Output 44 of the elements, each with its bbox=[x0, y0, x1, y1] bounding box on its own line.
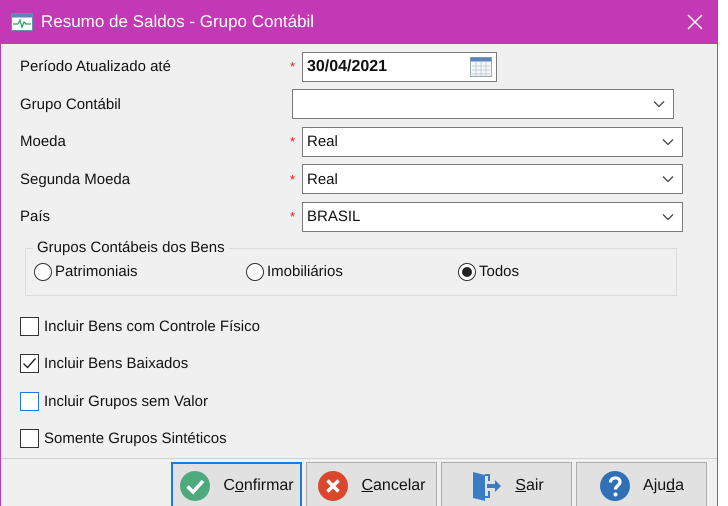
chevron-down-icon bbox=[662, 175, 674, 184]
radio-label[interactable]: Todos bbox=[479, 263, 520, 280]
close-icon bbox=[687, 14, 703, 30]
radio-label[interactable]: Patrimoniais bbox=[55, 263, 138, 280]
checkbox[interactable] bbox=[21, 318, 38, 335]
radio-label[interactable]: Imobiliários bbox=[267, 263, 343, 280]
field-label: Grupo Contábil bbox=[20, 96, 122, 113]
confirm-button[interactable]: Confirmar bbox=[171, 462, 302, 506]
chevron-down-icon bbox=[662, 138, 674, 146]
checkbox-label[interactable]: Somente Grupos Sintéticos bbox=[44, 430, 227, 448]
calendar-icon[interactable] bbox=[470, 56, 492, 77]
radio-button[interactable] bbox=[34, 262, 52, 280]
required-mark: * bbox=[290, 134, 296, 150]
field-label: Moeda bbox=[20, 133, 67, 150]
checkbox[interactable] bbox=[21, 355, 38, 372]
window-title: Resumo de Saldos - Grupo Contábil bbox=[41, 12, 316, 32]
exit-button[interactable]: Sair bbox=[441, 462, 572, 506]
dropdown[interactable] bbox=[292, 89, 674, 120]
checkbox[interactable] bbox=[21, 430, 38, 448]
checkbox-label[interactable]: Incluir Bens Baixados bbox=[44, 355, 188, 372]
radio-button[interactable] bbox=[246, 262, 264, 280]
help-button[interactable]: Ajuda bbox=[576, 462, 707, 506]
cancel-button[interactable]: Cancelar bbox=[306, 462, 437, 506]
date-field[interactable]: 30/04/2021 bbox=[302, 52, 497, 82]
checkbox-label[interactable]: Incluir Grupos sem Valor bbox=[44, 392, 208, 410]
dropdown[interactable]: BRASIL bbox=[302, 202, 683, 232]
help-icon bbox=[599, 470, 632, 502]
field-label: Segunda Moeda bbox=[20, 170, 132, 188]
checkbox[interactable] bbox=[21, 392, 38, 410]
chevron-down-icon bbox=[653, 100, 665, 108]
group-title: Grupos Contábeis dos Bens bbox=[33, 238, 229, 256]
field-label: País bbox=[20, 208, 52, 226]
dropdown[interactable]: Real bbox=[302, 164, 683, 194]
close-icon bbox=[317, 470, 350, 502]
required-mark: * bbox=[290, 209, 296, 224]
chevron-down-icon bbox=[662, 212, 674, 221]
app-icon bbox=[11, 13, 33, 31]
check-icon bbox=[179, 470, 212, 502]
field-label: Período Atualizado até bbox=[20, 58, 172, 76]
dropdown[interactable]: Real bbox=[302, 126, 683, 157]
required-mark: * bbox=[290, 172, 296, 187]
required-mark: * bbox=[290, 59, 296, 74]
radio-button[interactable] bbox=[458, 262, 476, 280]
checkbox-label[interactable]: Incluir Bens com Controle Físico bbox=[44, 318, 260, 335]
